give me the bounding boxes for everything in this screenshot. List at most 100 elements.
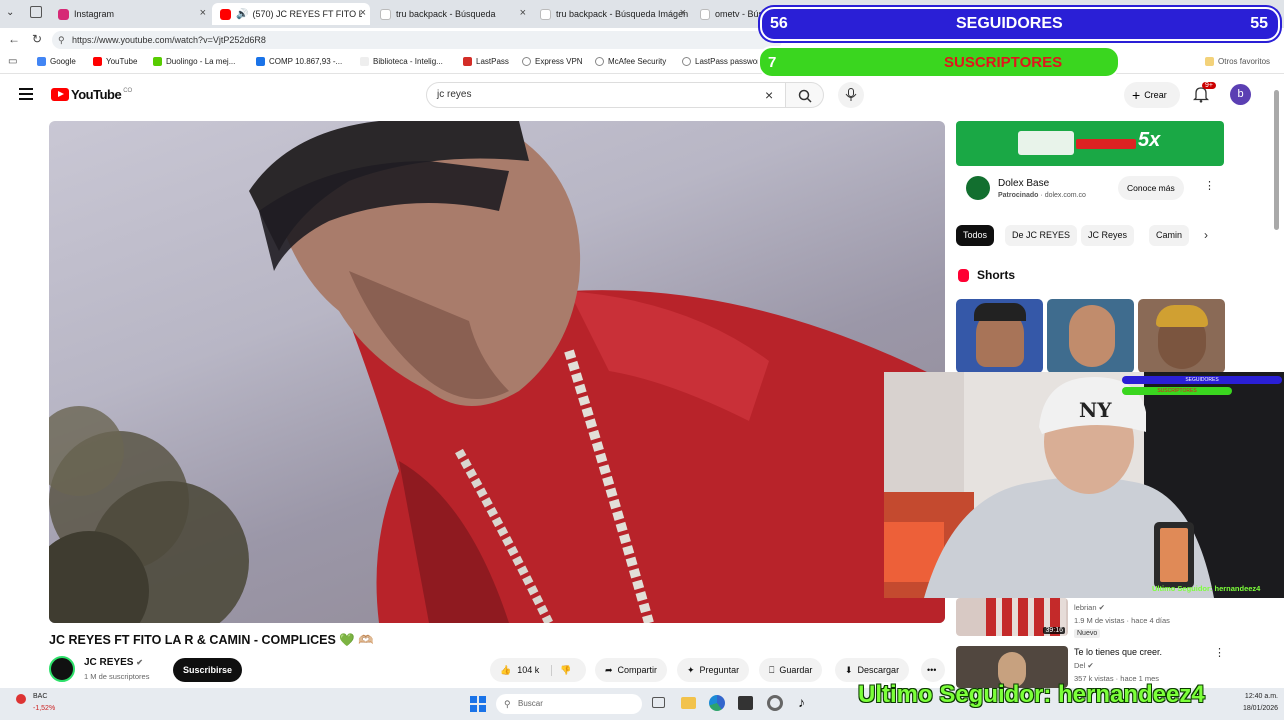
search-value: jc reyes bbox=[437, 89, 472, 100]
related-meta: 1.9 M de vistas · hace 4 días bbox=[1074, 616, 1170, 625]
ad-banner-text: 5x bbox=[1138, 129, 1161, 151]
file-explorer-icon[interactable] bbox=[681, 697, 696, 709]
speaker-icon[interactable]: 🔊 bbox=[236, 9, 248, 20]
video-player[interactable] bbox=[49, 121, 945, 623]
windows-start-icon[interactable] bbox=[470, 696, 486, 712]
ad-cta-button[interactable]: Conoce más bbox=[1118, 176, 1184, 200]
channel-avatar[interactable] bbox=[49, 656, 75, 682]
short-thumbnail-3[interactable] bbox=[1138, 299, 1225, 373]
chip-camin[interactable]: Camin bbox=[1149, 225, 1190, 246]
mini-followers-label: SEGUIDORES bbox=[1185, 377, 1219, 383]
related-title[interactable]: Te lo tienes que creer. bbox=[1074, 647, 1162, 657]
ad-menu-icon[interactable]: ⋮ bbox=[1204, 179, 1215, 192]
sidebar-toggle-icon[interactable]: ▭ bbox=[8, 56, 17, 67]
channel-name-wrap[interactable]: JC REYES ✔ bbox=[84, 657, 143, 668]
chip-jc-reyes[interactable]: JC Reyes bbox=[1081, 225, 1135, 246]
reload-icon[interactable]: ↻ bbox=[32, 32, 42, 46]
related-thumbnail-1[interactable]: 39:16 bbox=[956, 598, 1068, 636]
ad-sponsor-line: Patrocinado · dolex.com.co bbox=[998, 192, 1086, 199]
store-icon[interactable] bbox=[738, 696, 753, 710]
taskbar-search[interactable]: ⚲ Buscar bbox=[496, 694, 642, 714]
clock-date[interactable]: 18/01/2026 bbox=[1230, 705, 1278, 712]
short-thumbnail-2[interactable] bbox=[1047, 299, 1134, 373]
create-button[interactable]: + Crear bbox=[1124, 82, 1180, 108]
clock-time[interactable]: 12:40 a.m. bbox=[1238, 693, 1278, 700]
google-icon bbox=[37, 57, 46, 66]
edge-icon[interactable] bbox=[709, 695, 725, 711]
tab-search-2[interactable]: tru backpack - Búsqueda Imágen × bbox=[532, 3, 690, 25]
tab-search-1[interactable]: tru backpack - Búsqueda × bbox=[372, 3, 530, 25]
taskbar-search-placeholder: Buscar bbox=[518, 699, 543, 708]
youtube-header: YouTube CO jc reyes × + Crear 9+ b bbox=[0, 74, 1284, 116]
tab-list-icon[interactable]: ⌄ bbox=[6, 7, 14, 18]
more-actions-button[interactable]: ••• bbox=[921, 658, 945, 682]
chrome-icon[interactable] bbox=[767, 695, 783, 711]
bookmark-mcafee[interactable]: McAfee Security bbox=[595, 57, 666, 66]
search-input[interactable]: jc reyes × bbox=[426, 82, 786, 108]
search-icon: ⚲ bbox=[504, 699, 511, 709]
ticker-label[interactable]: BAC bbox=[33, 693, 47, 700]
close-tab-icon[interactable]: × bbox=[520, 7, 526, 19]
followers-label: SEGUIDORES bbox=[956, 15, 1063, 32]
tab-search-3[interactable]: ometv - Búsq bbox=[692, 3, 762, 25]
subscribe-button[interactable]: Suscribirse bbox=[173, 658, 243, 682]
close-tab-icon[interactable]: × bbox=[680, 7, 686, 19]
site-info-icon[interactable]: ⚲ bbox=[58, 31, 65, 49]
back-icon[interactable]: ← bbox=[8, 32, 20, 46]
followers-overlay-bar: 56 SEGUIDORES 55 bbox=[760, 7, 1280, 41]
channel-row: JC REYES ✔ 1 M de suscriptores Suscribir… bbox=[49, 656, 949, 684]
close-tab-icon[interactable]: × bbox=[200, 7, 206, 19]
bookmark-comp[interactable]: COMP 10.867,93 -... bbox=[256, 57, 342, 66]
dislike-icon[interactable]: 👎 bbox=[551, 664, 571, 676]
bookmark-biblioteca[interactable]: Biblioteca - Intelig... bbox=[360, 57, 443, 66]
task-view-icon[interactable] bbox=[652, 697, 665, 708]
share-button[interactable]: ➦ Compartir bbox=[595, 658, 668, 682]
like-dislike-group: 👍 104 k 👎 bbox=[490, 658, 586, 682]
url-text: https://www.youtube.com/watch?v=VjtP252d… bbox=[72, 35, 266, 45]
subscribers-overlay-bar: 7 SUSCRIPTORES bbox=[758, 46, 1120, 78]
avatar[interactable]: b bbox=[1230, 84, 1251, 105]
notifications-button[interactable]: 9+ bbox=[1192, 82, 1216, 108]
workspaces-icon[interactable] bbox=[30, 6, 42, 18]
chips-next-icon[interactable]: › bbox=[1204, 228, 1208, 242]
url-field[interactable]: ⚲ https://www.youtube.com/watch?v=VjtP25… bbox=[52, 31, 782, 49]
bookmark-google[interactable]: Google bbox=[37, 57, 76, 66]
short-thumbnail-1[interactable] bbox=[956, 299, 1043, 373]
close-tab-icon[interactable]: × bbox=[360, 7, 366, 19]
tab-youtube-active[interactable]: 🔊 (570) JC REYES FT FITO LA R & × bbox=[212, 3, 370, 25]
bookmark-lastpass-2[interactable]: LastPass passwor... bbox=[682, 57, 766, 66]
mic-icon bbox=[845, 88, 857, 101]
save-button[interactable]: ⎕ Guardar bbox=[759, 658, 823, 682]
ad-card[interactable]: 5x Dolex Base Patrocinado · dolex.com.co… bbox=[956, 121, 1224, 217]
product-label-image bbox=[1076, 139, 1136, 149]
related-menu-icon[interactable]: ⋮ bbox=[1214, 646, 1225, 659]
youtube-logo[interactable]: YouTube CO bbox=[51, 87, 132, 102]
chip-de-jc-reyes[interactable]: De JC REYES bbox=[1005, 225, 1078, 246]
stock-icon bbox=[16, 694, 26, 704]
download-label: Descargar bbox=[857, 665, 900, 675]
like-count[interactable]: 104 k bbox=[517, 665, 539, 675]
voice-search-button[interactable] bbox=[838, 82, 864, 108]
bookmark-expressvpn[interactable]: Express VPN bbox=[522, 57, 583, 66]
ask-button[interactable]: ✦ Preguntar bbox=[677, 658, 750, 682]
tiktok-icon[interactable]: ♪ bbox=[798, 694, 805, 710]
verified-icon: ✔ bbox=[1087, 661, 1094, 670]
webcam-feed: NY SEGUIDORES SUSCRIPTORES Ultimo Seguid… bbox=[884, 372, 1284, 598]
duolingo-icon bbox=[153, 57, 162, 66]
shorts-icon bbox=[958, 268, 969, 282]
bookmark-youtube[interactable]: YouTube bbox=[93, 57, 137, 66]
clear-search-icon[interactable]: × bbox=[765, 83, 773, 107]
bookmark-duolingo[interactable]: Duolingo - La mej... bbox=[153, 57, 235, 66]
tab-instagram[interactable]: Instagram × bbox=[50, 3, 210, 25]
download-button[interactable]: ⬇ Descargar bbox=[835, 658, 910, 682]
page-scrollbar[interactable] bbox=[1274, 90, 1279, 230]
ticker-value: -1,52% bbox=[33, 705, 56, 712]
ad-banner[interactable]: 5x bbox=[956, 121, 1224, 166]
menu-icon[interactable] bbox=[19, 88, 33, 100]
like-icon[interactable]: 👍 bbox=[500, 665, 511, 676]
globe-icon bbox=[522, 57, 531, 66]
bookmark-lastpass[interactable]: LastPass bbox=[463, 57, 509, 66]
search-button[interactable] bbox=[786, 82, 824, 108]
bookmark-other-favorites[interactable]: Otros favoritos bbox=[1205, 57, 1270, 66]
chip-all[interactable]: Todos bbox=[956, 225, 995, 246]
